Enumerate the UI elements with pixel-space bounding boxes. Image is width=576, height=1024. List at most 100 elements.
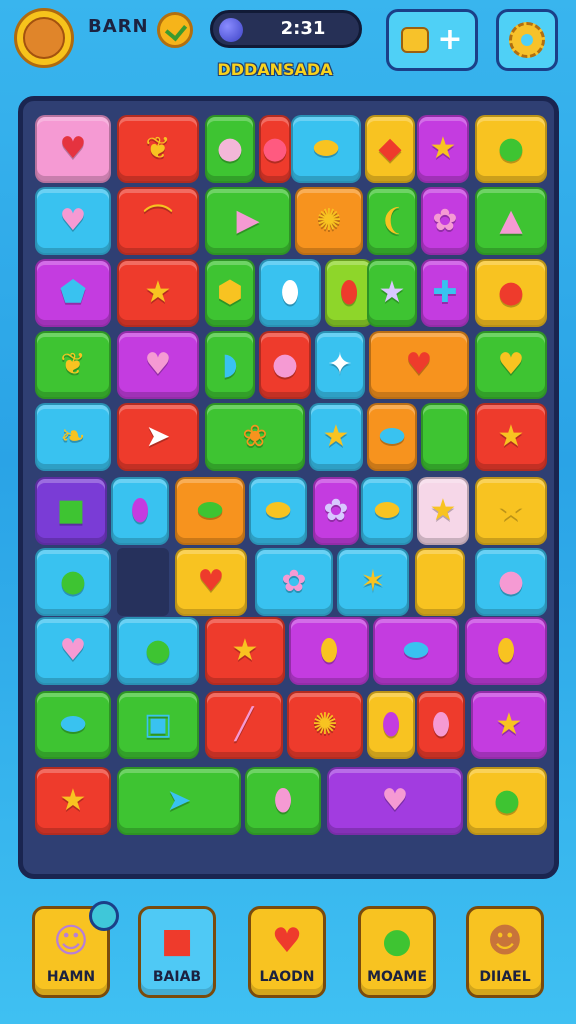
board-tile[interactable]: ● [475,259,547,327]
board-tile[interactable]: ⬟ [35,259,111,327]
heart-icon: ♥ [271,921,303,961]
tile-symbol-icon: ★ [322,419,350,454]
tile-symbol-icon: ⬮ [319,633,339,668]
board-tile[interactable]: ❧ [35,403,111,471]
board-tile[interactable]: ⬬ [373,617,459,685]
board-tile[interactable]: ⌒ [117,187,199,255]
board-tile[interactable]: ✦ [315,331,365,399]
board-tile[interactable]: ♥ [175,548,247,616]
board-tile[interactable]: ● [475,115,547,183]
board-tile[interactable]: ♥ [327,767,463,835]
board-tile[interactable]: ⬬ [249,477,307,545]
board-tile[interactable]: ● [259,331,311,399]
board-tile[interactable]: ★ [471,691,547,759]
tile-symbol-icon: ♥ [59,633,87,668]
tile-symbol-icon: ➤ [166,783,192,818]
board-tile[interactable]: ⬬ [361,477,413,545]
board-tile[interactable]: ★ [475,477,547,545]
board-tile[interactable]: ⬬ [175,477,245,545]
board-tile[interactable]: ❦ [35,331,111,399]
tile-symbol-icon: ■ [56,493,86,528]
board-tile[interactable]: ♥ [475,331,547,399]
board-tile[interactable]: ● [467,767,547,835]
board-tile[interactable]: ❀ [205,403,305,471]
tile-symbol-icon: ⬮ [339,275,359,310]
tile-symbol-icon: ✚ [432,275,458,310]
board-tile[interactable]: ⬮ [465,617,547,685]
checkmark-coin-icon[interactable] [157,12,193,48]
bottom-button-diiael[interactable]: ☻ DIIAEL [466,906,544,998]
board-tile[interactable]: ✿ [313,477,359,545]
player-avatar[interactable] [14,8,74,68]
board-tile[interactable]: ✺ [287,691,363,759]
bottom-button-hamn[interactable]: ☺ HAMN [32,901,119,998]
board-tile[interactable]: ⬮ [417,691,465,759]
board-tile[interactable]: ★ [35,767,111,835]
board-tile[interactable]: ✿ [255,548,333,616]
box-icon [401,27,430,53]
board-tile[interactable]: ⬮ [289,617,369,685]
tile-symbol-icon: ✿ [432,203,458,238]
board-tile[interactable]: ✚ [421,259,469,327]
tile-symbol-icon: ★ [429,131,457,166]
board-tile[interactable]: ⬬ [35,691,111,759]
board-tile[interactable]: ★ [117,259,199,327]
tile-symbol-icon: ➤ [145,419,171,454]
board-tile[interactable]: ● [35,548,111,616]
board-tile[interactable]: ➤ [117,767,241,835]
board-tile[interactable]: ⬮ [367,691,415,759]
board-tile[interactable]: ⬮ [245,767,321,835]
board-tile[interactable]: ● [475,548,547,616]
board-tile[interactable]: ⬢ [205,259,255,327]
board-tile[interactable]: ■ [35,477,107,545]
tile-symbol-icon: ✿ [281,564,307,599]
board-tile[interactable] [421,403,469,471]
shop-add-button[interactable]: + [386,9,478,71]
board-tile[interactable]: ♥ [35,115,111,183]
board-tile[interactable]: ★ [417,115,469,183]
board-tile[interactable]: ♥ [35,617,111,685]
board-tile[interactable]: ▲ [475,187,547,255]
board-tile[interactable]: ★ [309,403,363,471]
timer-text: 2:31 [280,18,326,39]
timer-bar: 2:31 [210,10,362,48]
bottom-button-baiab[interactable]: ■ BAIAB [138,906,216,998]
board-tile[interactable]: ◗ [205,331,255,399]
board-tile[interactable]: ⬮ [111,477,169,545]
board-tile[interactable]: ★ [205,617,285,685]
tile-symbol-icon: ● [59,564,87,599]
board-tile[interactable]: ◆ [365,115,415,183]
board-tile[interactable]: ✶ [337,548,409,616]
tile-symbol-icon: ● [493,783,521,818]
tile-symbol-icon: ⬬ [60,707,86,742]
settings-button[interactable] [496,9,558,71]
board-tile[interactable]: ✺ [295,187,363,255]
board-tile[interactable]: ❦ [117,115,199,183]
tile-symbol-icon: ✿ [323,493,349,528]
tile-symbol-icon: ♥ [497,347,525,382]
board-tile[interactable]: ★ [417,477,469,545]
board-tile[interactable]: ❨ [367,187,417,255]
board-tile[interactable]: ➤ [117,403,199,471]
board-tile[interactable]: ♥ [117,331,199,399]
tile-symbol-icon: ▲ [499,203,523,238]
tile-symbol-icon: ★ [378,275,406,310]
board-tile[interactable]: ● [205,115,255,183]
board-tile[interactable]: ★ [367,259,417,327]
board-tile[interactable] [415,548,465,616]
board-tile[interactable]: ♥ [369,331,469,399]
board-tile[interactable]: ✿ [421,187,469,255]
board-tile[interactable]: ● [259,115,291,183]
board-tile[interactable]: ⬮ [259,259,321,327]
board-tile[interactable]: ⬮ [325,259,373,327]
board-tile[interactable]: ╱ [205,691,283,759]
bottom-button-laodn[interactable]: ♥ LAODN [248,906,326,998]
board-tile[interactable]: ● [117,617,199,685]
board-tile[interactable]: ⬬ [367,403,417,471]
board-tile[interactable]: ♥ [35,187,111,255]
board-tile[interactable]: ★ [475,403,547,471]
board-tile[interactable]: ⬬ [291,115,361,183]
bottom-button-moame[interactable]: ● MOAME [358,906,436,998]
board-tile[interactable]: ▶ [205,187,291,255]
board-tile[interactable]: ▣ [117,691,199,759]
